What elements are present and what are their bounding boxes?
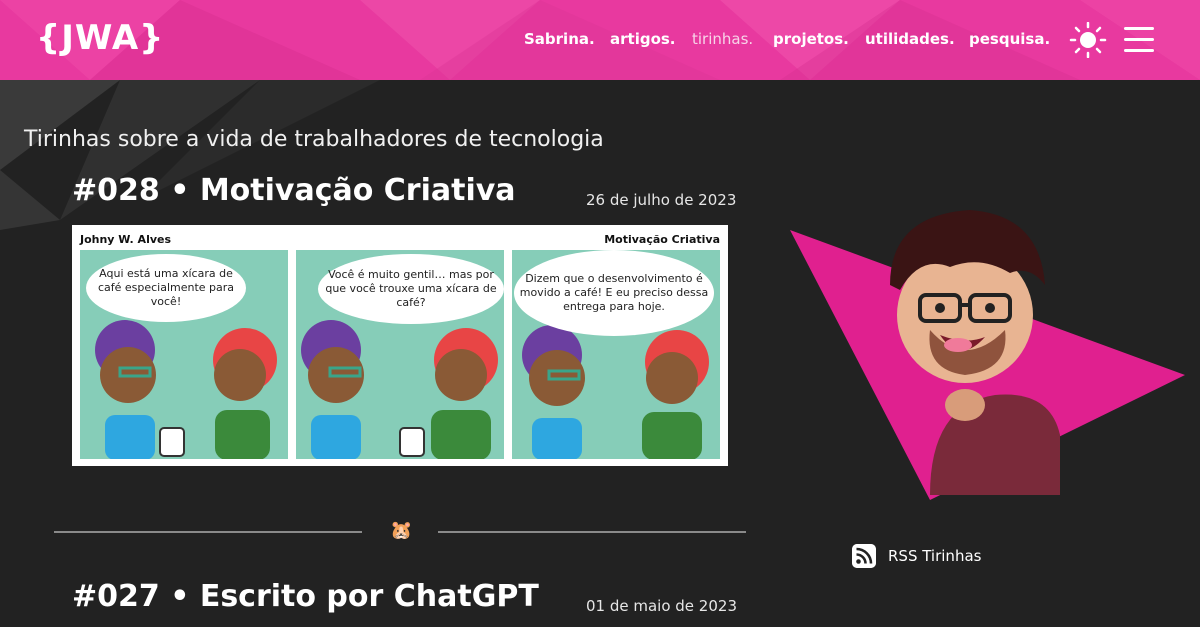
divider-line-left [54,531,362,533]
sun-icon[interactable] [1068,22,1108,58]
divider-line-right [438,531,746,533]
post-date: 01 de maio de 2023 [586,597,737,615]
speech-bubble: Você é muito gentil… mas por que você tr… [318,254,504,324]
comic-author: Johny W. Alves [80,233,172,246]
nav-link-pesquisa[interactable]: pesquisa. [969,30,1050,48]
comic-panel: Você é muito gentil… mas por que você tr… [296,250,504,459]
rss-label[interactable]: RSS Tirinhas [888,547,981,565]
rss-icon [852,544,876,568]
comic-panel: Aqui está uma xícara de café especialmen… [80,250,288,459]
page-subtitle: Tirinhas sobre a vida de trabalhadores d… [24,127,604,152]
site-header: {JWA} Sabrina. artigos. tirinhas. projet… [0,0,1200,80]
nav-link-tirinhas[interactable]: tirinhas. [692,30,753,48]
nav-link-sabrina[interactable]: Sabrina. [524,30,595,48]
nav-link-projetos[interactable]: projetos. [773,30,849,48]
main-nav: Sabrina. artigos. tirinhas. projetos. ut… [0,30,1200,54]
post-title[interactable]: #028 • Motivação Criativa [72,173,516,208]
comic-panel: Dizem que o desenvolvimento é movido a c… [512,250,720,459]
speech-bubble: Dizem que o desenvolvimento é movido a c… [514,250,714,336]
post-date: 26 de julho de 2023 [586,191,737,209]
comic-title: Motivação Criativa [604,233,720,246]
speech-bubble: Aqui está uma xícara de café especialmen… [86,254,246,322]
comic-strip[interactable]: Johny W. Alves Motivação Criativa Aqui e… [72,225,728,466]
hamburger-menu-icon[interactable] [1124,27,1154,53]
hamster-icon: 🐹 [390,520,413,541]
author-avatar [790,210,1185,500]
post-title[interactable]: #027 • Escrito por ChatGPT [72,579,539,614]
nav-link-utilidades[interactable]: utilidades. [865,30,955,48]
nav-link-artigos[interactable]: artigos. [610,30,676,48]
